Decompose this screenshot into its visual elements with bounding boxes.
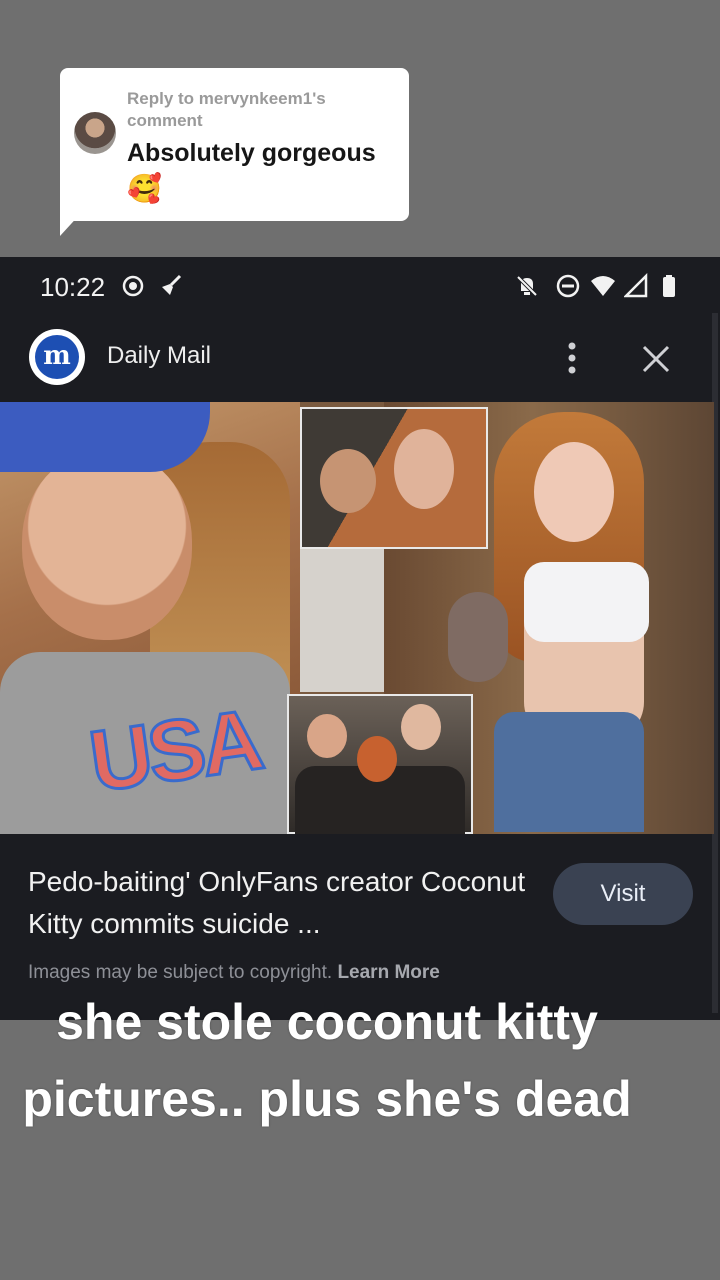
wifi-icon — [591, 276, 615, 296]
collage-inset-photo-bottom — [287, 694, 473, 834]
cellular-signal-icon — [624, 273, 648, 298]
reply-comment-text: Absolutely gorgeous — [127, 139, 376, 167]
smiling-hearts-emoji: 🥰 — [127, 173, 162, 204]
collage-photo-left: USA — [0, 402, 300, 834]
embedded-screenshot: 10:22 m Daily Mail USA Pedo-baiting' Onl… — [0, 257, 720, 1020]
article-image-collage[interactable]: USA — [0, 402, 714, 834]
visit-button[interactable]: Visit — [553, 863, 693, 925]
bell-off-icon — [516, 275, 538, 297]
collage-photo-middle — [300, 547, 384, 692]
daily-mail-logo: m — [29, 329, 85, 385]
screen-record-icon — [122, 275, 144, 297]
reply-comment-bubble[interactable]: Reply to mervynkeem1's comment Absolutel… — [60, 68, 409, 221]
broom-icon — [162, 274, 182, 295]
app-title: Daily Mail — [107, 342, 212, 369]
app-bar: m Daily Mail — [0, 313, 720, 401]
copyright-notice: Images may be subject to copyright. Lear… — [28, 961, 440, 985]
article-headline[interactable]: Pedo-baiting' OnlyFans creator Coconut K… — [28, 861, 538, 945]
reply-bubble-tail — [60, 212, 82, 236]
video-caption: she stole coconut kitty pictures.. plus … — [22, 994, 632, 1127]
close-icon[interactable] — [640, 343, 672, 375]
learn-more-link[interactable]: Learn More — [337, 962, 439, 983]
do-not-disturb-icon — [556, 274, 580, 298]
more-options-icon[interactable] — [558, 341, 586, 375]
battery-icon — [663, 275, 675, 297]
status-bar: 10:22 — [0, 257, 720, 313]
reply-to-label: Reply to mervynkeem1's comment — [127, 89, 326, 130]
collage-inset-photo-top — [300, 407, 488, 549]
status-time: 10:22 — [40, 272, 106, 302]
copyright-text: Images may be subject to copyright. — [28, 962, 333, 983]
commenter-avatar — [74, 112, 116, 154]
